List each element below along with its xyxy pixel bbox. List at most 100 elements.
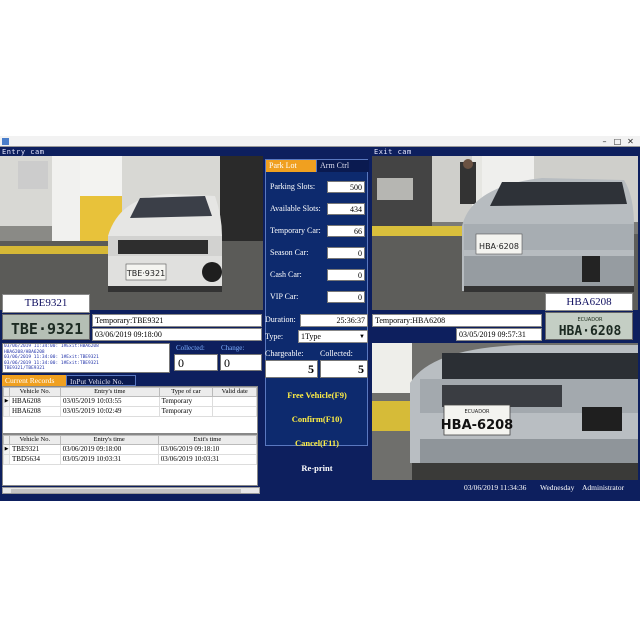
- cell-vehicle: TBE9321: [9, 444, 61, 455]
- stat-parking-slots: Parking Slots: 500: [270, 181, 367, 193]
- cell-vehicle: HBA6208: [9, 406, 61, 417]
- cell-entry-time: 03/06/2019 09:18:00: [59, 444, 159, 455]
- stat-value: 0: [327, 269, 365, 281]
- column-header[interactable]: Vehicle No.: [9, 435, 61, 445]
- stat-label: VIP Car:: [270, 292, 299, 301]
- status-bar: 03/06/2019 11:34:36 Wednesday Administra…: [372, 482, 638, 494]
- exit-plate-image: ECUADOR HBA·6208: [545, 312, 633, 340]
- exit-temporary-field: Temporary:HBA6208: [372, 314, 542, 327]
- entry-collected-label: Collected:: [176, 344, 205, 352]
- stat-label: Available Slots:: [270, 204, 321, 213]
- confirm-button[interactable]: Confirm(F10): [268, 413, 366, 425]
- duration-label: Duration:: [265, 315, 296, 324]
- tab-current-records[interactable]: Current Records: [2, 375, 66, 386]
- exit-time-field: 03/05/2019 09:57:31: [456, 328, 542, 341]
- cancel-button[interactable]: Cancel(F11): [268, 437, 366, 449]
- status-datetime: 03/06/2019 11:34:36: [464, 483, 527, 492]
- cell-entry-time: 03/05/2019 10:03:55: [59, 396, 160, 407]
- exit-closeup-camera-view: ECUADOR HBA-6208: [372, 343, 638, 480]
- stat-value: 0: [327, 247, 365, 259]
- cell-exit-time: 03/06/2019 10:03:31: [157, 454, 257, 465]
- chargeable-value: 5: [265, 360, 318, 378]
- chevron-down-icon: ▼: [359, 334, 365, 340]
- tab-arm-ctrl[interactable]: Arm Ctrl: [316, 160, 369, 172]
- park-lot-panel: Park Lot Arm Ctrl Parking Slots: 500 Ava…: [265, 159, 369, 446]
- cell-vehicle: HBA6208: [9, 396, 61, 407]
- entry-time-field: 03/06/2019 09:18:00: [92, 328, 262, 341]
- stat-vip-car: VIP Car: 0: [270, 291, 367, 303]
- table-row[interactable]: HBA6208 03/05/2019 10:02:49 Temporary: [3, 406, 257, 417]
- svg-text:TBE·9321: TBE·9321: [11, 320, 83, 338]
- column-header[interactable]: Valid date: [212, 387, 257, 397]
- free-vehicle-button[interactable]: Free Vehicle(F9): [268, 389, 366, 401]
- reprint-button[interactable]: Re-print: [268, 462, 366, 474]
- parking-app-window: – □ ✕ Entry cam Exit cam TBE·9321 HBA·62…: [0, 136, 640, 501]
- table-row[interactable]: ▶ HBA6208 03/05/2019 10:03:55 Temporary: [3, 396, 257, 407]
- type-label: Type:: [265, 332, 284, 341]
- stat-season-car: Season Car: 0: [270, 247, 367, 259]
- column-header[interactable]: Exit's time: [157, 435, 257, 445]
- entry-plate-text: TBE9321: [2, 294, 90, 313]
- svg-text:HBA·6208: HBA·6208: [559, 324, 622, 339]
- stat-temporary-car: Temporary Car: 66: [270, 225, 367, 237]
- table-row[interactable]: TBD5634 03/05/2019 10:03:31 03/06/2019 1…: [3, 454, 257, 465]
- current-records-table: Vehicle No. Entry's time Type of car Val…: [2, 386, 258, 434]
- cell-entry-time: 03/05/2019 10:03:31: [59, 454, 159, 465]
- stat-label: Parking Slots:: [270, 182, 316, 191]
- table-header-row: Vehicle No. Entry's time Exit's time: [3, 435, 257, 445]
- cell-type: Temporary: [158, 396, 214, 407]
- cell-vehicle: TBD5634: [9, 454, 61, 465]
- table-row[interactable]: ▶ TBE9321 03/06/2019 09:18:00 03/06/2019…: [3, 444, 257, 455]
- event-log: 03/06/2019 11:34:00: 1#Exit:HBA6208 HBA6…: [2, 343, 170, 373]
- exit-plate-text: HBA6208: [545, 293, 633, 311]
- exit-camera-view: HBA·6208: [372, 156, 638, 310]
- table-header-row: Vehicle No. Entry's time Type of car Val…: [3, 387, 257, 397]
- app-icon: [2, 138, 9, 145]
- title-bar: – □ ✕: [0, 136, 640, 147]
- stat-label: Cash Car:: [270, 270, 302, 279]
- horizontal-scrollbar[interactable]: [2, 487, 260, 494]
- stat-value: 434: [327, 203, 365, 215]
- stat-available-slots: Available Slots: 434: [270, 203, 367, 215]
- stat-value: 500: [327, 181, 365, 193]
- column-header[interactable]: Entry's time: [59, 435, 159, 445]
- exit-closeup-plate: HBA-6208: [441, 418, 513, 433]
- entry-plate-image: TBE·9321: [2, 314, 90, 340]
- cell-entry-time: 03/05/2019 10:02:49: [59, 406, 160, 417]
- stat-label: Season Car:: [270, 248, 309, 257]
- cell-valid-date: [212, 406, 257, 417]
- stat-label: Temporary Car:: [270, 226, 321, 235]
- tab-input-vehicle-no[interactable]: InPut Vehicle No.: [66, 375, 136, 386]
- cell-valid-date: [212, 396, 257, 407]
- entry-temporary-field: Temporary:TBE9321: [92, 314, 262, 327]
- column-header[interactable]: Type of car: [158, 387, 214, 397]
- minimize-button[interactable]: –: [600, 137, 609, 146]
- close-button[interactable]: ✕: [626, 137, 635, 146]
- entry-camera-view: TBE·9321: [0, 156, 263, 310]
- entry-cam-label: Entry cam: [2, 148, 45, 156]
- stat-value: 0: [327, 291, 365, 303]
- chargeable-label: Chargeable:: [265, 349, 304, 358]
- scrollbar-thumb[interactable]: [11, 489, 241, 493]
- type-select-value: 1Type: [301, 332, 321, 341]
- duration-value: 25:36:37: [300, 314, 368, 327]
- entry-change-field: 0: [220, 354, 262, 371]
- svg-text:ECUADOR: ECUADOR: [465, 409, 491, 415]
- cell-type: Temporary: [158, 406, 214, 417]
- svg-text:ECUADOR: ECUADOR: [578, 317, 604, 323]
- entry-change-label: Change:: [221, 344, 245, 352]
- tab-park-lot[interactable]: Park Lot: [266, 160, 316, 172]
- entry-collected-input[interactable]: 0: [174, 354, 218, 371]
- billing-collected-label: Collected:: [320, 349, 353, 358]
- column-header[interactable]: Vehicle No.: [9, 387, 61, 397]
- status-weekday: Wednesday: [540, 483, 575, 492]
- stat-cash-car: Cash Car: 0: [270, 269, 367, 281]
- cell-exit-time: 03/06/2019 09:18:10: [157, 444, 257, 455]
- entry-car-plate: TBE·9321: [126, 269, 165, 278]
- billing-collected-input[interactable]: 5: [320, 360, 368, 378]
- status-user: Administrator: [582, 483, 625, 492]
- log-line: TBE9321/TBE9321: [4, 366, 45, 371]
- maximize-button[interactable]: □: [613, 137, 622, 146]
- column-header[interactable]: Entry's time: [59, 387, 160, 397]
- type-select[interactable]: 1Type ▼: [298, 330, 368, 343]
